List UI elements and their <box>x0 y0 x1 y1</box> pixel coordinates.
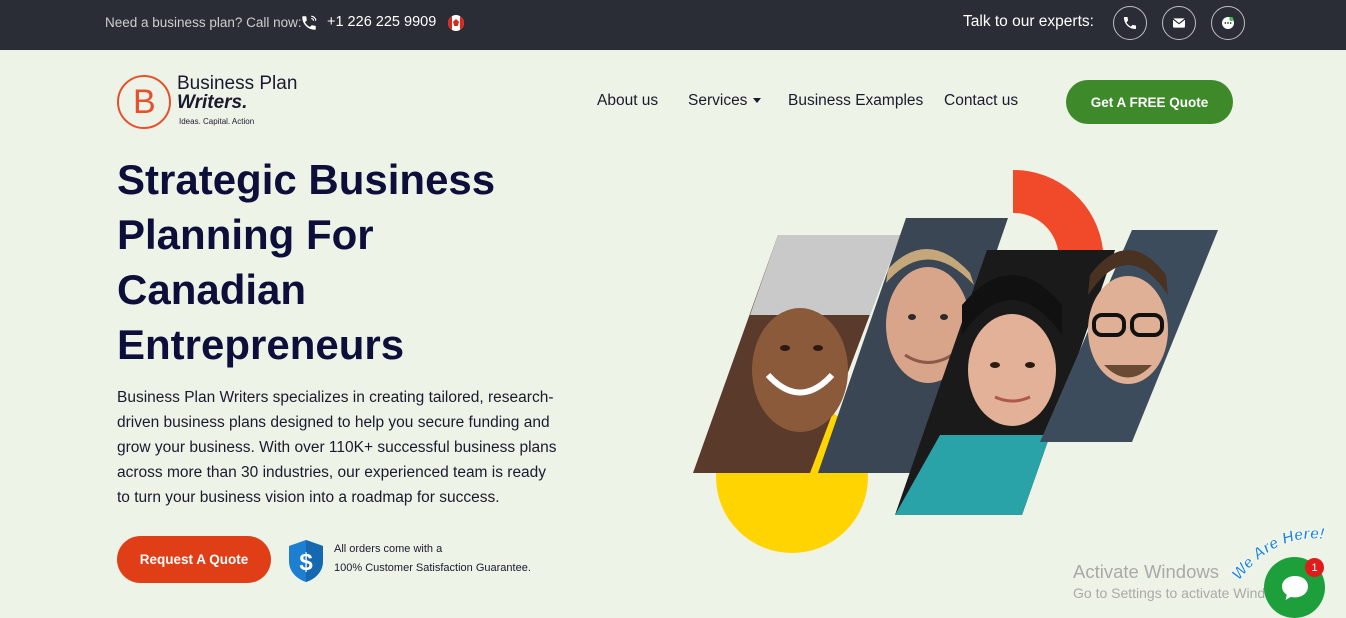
phone-icon <box>302 15 317 30</box>
hero-title-line: Canadian <box>117 266 307 313</box>
dollar-shield-icon: $ <box>289 540 323 582</box>
guarantee-line-2: 100% Customer Satisfaction Guarantee. <box>334 562 531 574</box>
red-arc-shape <box>1013 169 1103 250</box>
logo-letter: B <box>133 83 156 121</box>
email-icon <box>1172 18 1186 28</box>
call-expert-button[interactable] <box>1113 6 1147 40</box>
chat-icon <box>1222 17 1234 29</box>
hero-title-line: Planning For <box>117 211 374 258</box>
chat-notification-badge: 1 <box>1305 558 1324 577</box>
top-bar: Need a business plan? Call now: +1 226 2… <box>0 0 1346 50</box>
request-quote-button[interactable]: Request A Quote <box>117 536 271 583</box>
hero-title: Strategic Business Planning For Canadian… <box>117 152 557 372</box>
svg-text:$: $ <box>299 549 313 576</box>
chat-bubble-icon <box>1281 575 1308 600</box>
activate-windows-text: Activate Windows <box>1073 561 1219 582</box>
logo-tagline: Ideas. Capital. Action <box>179 117 255 126</box>
talk-to-experts-text: Talk to our experts: <box>963 13 1094 30</box>
phone-number-link[interactable]: +1 226 225 9909 <box>327 14 436 30</box>
activate-windows-subtext: Go to Settings to activate Windows. <box>1073 585 1294 601</box>
chevron-down-icon <box>753 98 762 104</box>
canada-flag-icon <box>448 15 464 31</box>
nav-services-label: Services <box>688 92 748 109</box>
nav-contact-us[interactable]: Contact us <box>944 92 1018 110</box>
guarantee-line-1: All orders come with a <box>334 543 443 555</box>
hero-title-line: Strategic Business <box>117 156 496 203</box>
logo-writers[interactable]: Writers. <box>177 92 247 114</box>
hero-description: Business Plan Writers specializes in cre… <box>117 389 557 506</box>
hero-title-line: Entrepreneurs <box>117 321 405 368</box>
nav-about-us[interactable]: About us <box>597 92 658 110</box>
call-prompt-text: Need a business plan? Call now: <box>105 15 302 30</box>
chat-expert-button[interactable] <box>1211 6 1245 40</box>
logo-mark[interactable]: B <box>117 75 171 129</box>
nav-services[interactable]: Services <box>688 92 762 110</box>
hero-illustration <box>693 169 1218 553</box>
email-expert-button[interactable] <box>1162 6 1196 40</box>
nav-business-examples[interactable]: Business Examples <box>788 92 923 110</box>
get-free-quote-button[interactable]: Get A FREE Quote <box>1066 80 1233 124</box>
phone-icon <box>1124 17 1136 29</box>
